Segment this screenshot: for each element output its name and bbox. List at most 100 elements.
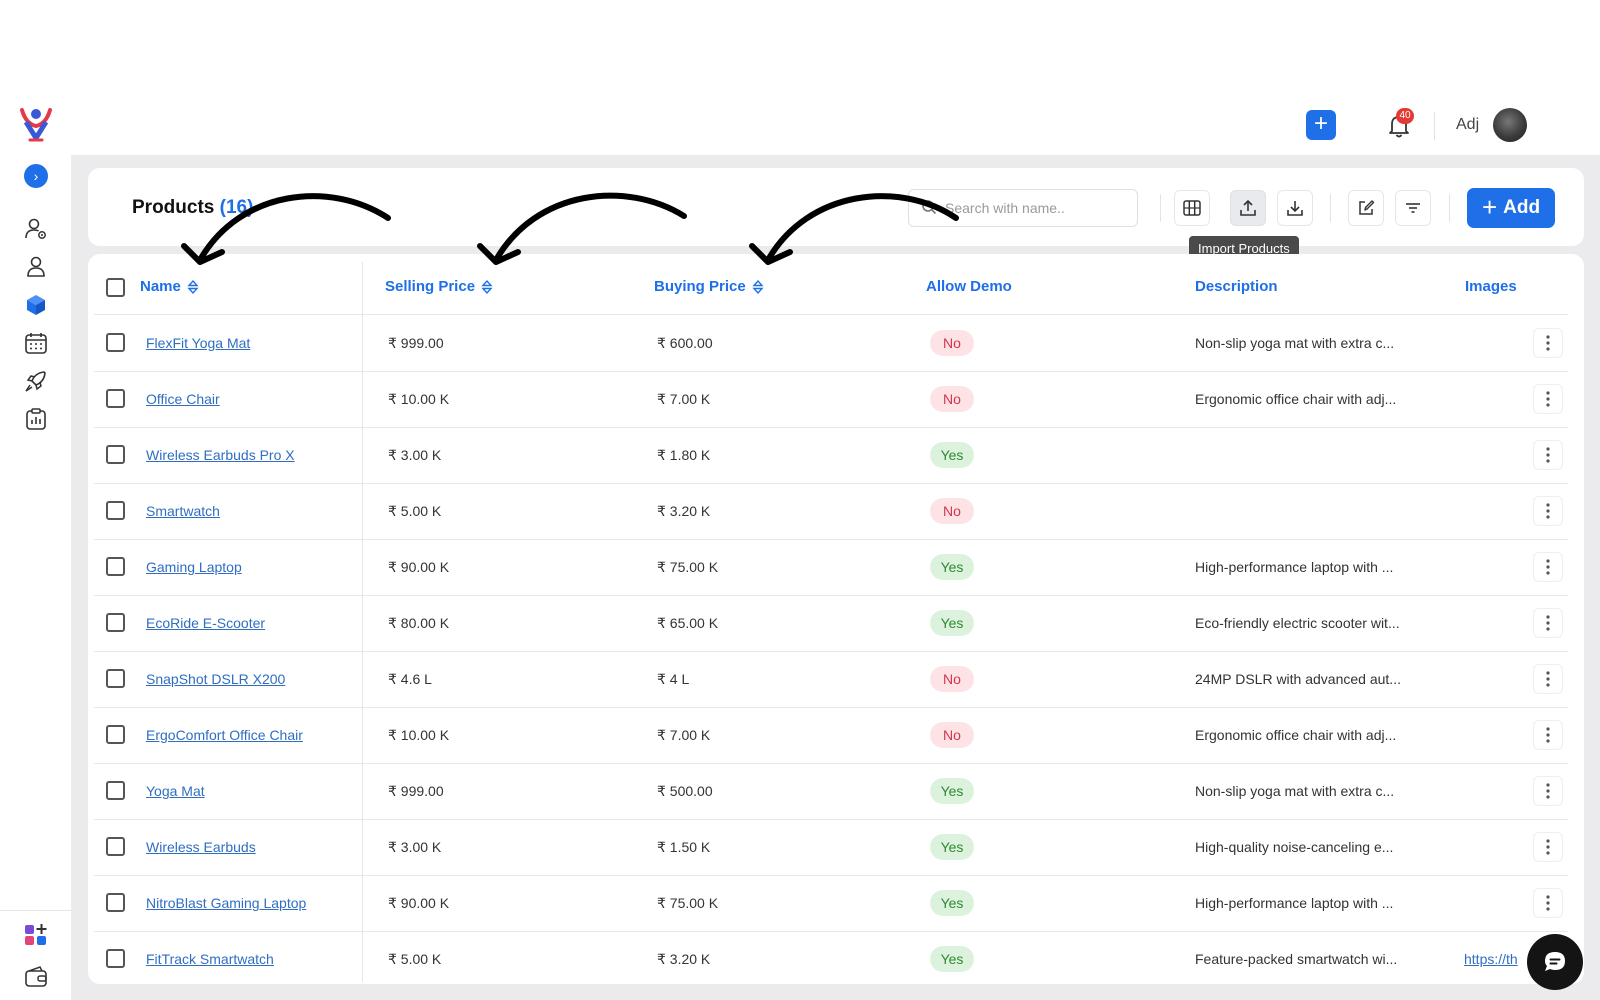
product-name-link[interactable]: FitTrack Smartwatch	[146, 951, 274, 967]
row-checkbox[interactable]	[106, 725, 125, 744]
description-text: High-performance laptop with ...	[1195, 559, 1394, 575]
row-checkbox[interactable]	[106, 837, 125, 856]
product-name-link[interactable]: Wireless Earbuds	[146, 839, 256, 855]
search-box[interactable]	[908, 189, 1138, 227]
user-name[interactable]: Adj	[1456, 116, 1479, 134]
sort-icon[interactable]	[752, 279, 764, 295]
column-header-buying-price[interactable]: Buying Price	[654, 278, 764, 295]
row-actions-button[interactable]	[1533, 552, 1563, 582]
app-logo[interactable]	[16, 104, 56, 144]
row-checkbox[interactable]	[106, 893, 125, 912]
selling-price: ₹ 999.00	[388, 335, 444, 351]
column-header-selling-price[interactable]: Selling Price	[385, 278, 493, 295]
product-name-link[interactable]: Smartwatch	[146, 503, 220, 519]
row-actions-button[interactable]	[1533, 720, 1563, 750]
sidebar	[0, 155, 72, 1000]
sort-icon[interactable]	[481, 279, 493, 295]
product-name-link[interactable]: Yoga Mat	[146, 783, 205, 799]
filter-icon	[1406, 203, 1420, 213]
row-checkbox[interactable]	[106, 557, 125, 576]
clipboard-report-icon[interactable]	[23, 406, 49, 432]
product-name-link[interactable]: Gaming Laptop	[146, 559, 242, 575]
bulk-edit-button[interactable]	[1348, 190, 1384, 226]
allow-demo-badge: Yes	[930, 554, 974, 580]
row-divider	[94, 819, 1568, 820]
calendar-icon[interactable]	[23, 330, 49, 356]
rocket-icon[interactable]	[23, 368, 49, 394]
column-header-name[interactable]: Name	[140, 278, 199, 295]
page-title-text: Products	[132, 197, 215, 218]
product-name-link[interactable]: Wireless Earbuds Pro X	[146, 447, 295, 463]
row-actions-button[interactable]	[1533, 384, 1563, 414]
row-checkbox[interactable]	[106, 781, 125, 800]
row-actions-button[interactable]	[1533, 888, 1563, 918]
column-header-description-label: Description	[1195, 278, 1278, 295]
row-actions-button[interactable]	[1533, 776, 1563, 806]
column-header-allow-demo[interactable]: Allow Demo	[926, 278, 1012, 295]
user-avatar[interactable]	[1493, 108, 1527, 142]
row-checkbox[interactable]	[106, 501, 125, 520]
row-actions-button[interactable]	[1533, 440, 1563, 470]
buying-price: ₹ 7.00 K	[657, 391, 711, 407]
description-text: 24MP DSLR with advanced aut...	[1195, 671, 1401, 687]
search-icon	[921, 199, 937, 215]
row-divider	[94, 651, 1568, 652]
image-link[interactable]: https://th	[1464, 951, 1518, 967]
row-checkbox[interactable]	[106, 669, 125, 688]
row-divider	[94, 427, 1568, 428]
row-actions-button[interactable]	[1533, 832, 1563, 862]
add-apps-icon[interactable]	[23, 922, 49, 948]
add-button-label: Add	[1503, 197, 1541, 218]
export-products-button[interactable]	[1277, 190, 1313, 226]
sidebar-expand-button[interactable]: ›	[24, 164, 48, 188]
product-name-link[interactable]: FlexFit Yoga Mat	[146, 335, 250, 351]
row-checkbox[interactable]	[106, 613, 125, 632]
select-all-checkbox[interactable]	[106, 278, 125, 297]
description-text: Ergonomic office chair with adj...	[1195, 391, 1397, 407]
add-product-button[interactable]: + Add	[1467, 188, 1555, 228]
row-checkbox[interactable]	[106, 389, 125, 408]
more-vertical-icon	[1546, 839, 1550, 855]
row-actions-button[interactable]	[1533, 496, 1563, 526]
product-name-link[interactable]: ErgoComfort Office Chair	[146, 727, 303, 743]
buying-price: ₹ 7.00 K	[657, 727, 711, 743]
description-text: Ergonomic office chair with adj...	[1195, 727, 1397, 743]
row-actions-button[interactable]	[1533, 328, 1563, 358]
row-actions-button[interactable]	[1533, 608, 1563, 638]
row-checkbox[interactable]	[106, 949, 125, 968]
column-header-buying-price-label: Buying Price	[654, 278, 746, 295]
chat-support-button[interactable]	[1527, 934, 1583, 990]
row-actions-button[interactable]	[1533, 664, 1563, 694]
columns-button[interactable]	[1174, 190, 1210, 226]
product-name-link[interactable]: SnapShot DSLR X200	[146, 671, 285, 687]
more-vertical-icon	[1546, 783, 1550, 799]
buying-price: ₹ 600.00	[657, 335, 713, 351]
selling-price: ₹ 5.00 K	[388, 503, 442, 519]
row-divider	[94, 371, 1568, 372]
import-products-button[interactable]	[1230, 190, 1266, 226]
buying-price: ₹ 3.20 K	[657, 951, 711, 967]
product-name-link[interactable]: Office Chair	[146, 391, 220, 407]
user-settings-icon[interactable]	[23, 216, 49, 242]
buying-price: ₹ 500.00	[657, 783, 713, 799]
header-row-divider	[94, 314, 1568, 315]
wallet-icon[interactable]	[23, 964, 49, 990]
row-checkbox[interactable]	[106, 333, 125, 352]
column-header-images[interactable]: Images	[1465, 278, 1517, 295]
products-cube-icon[interactable]	[23, 292, 49, 318]
column-header-description[interactable]: Description	[1195, 278, 1278, 295]
search-input[interactable]	[945, 190, 1131, 226]
selling-price: ₹ 4.6 L	[388, 671, 432, 687]
row-checkbox[interactable]	[106, 445, 125, 464]
user-icon[interactable]	[23, 254, 49, 280]
sort-icon[interactable]	[187, 279, 199, 295]
allow-demo-badge: Yes	[930, 778, 974, 804]
filter-button[interactable]	[1395, 190, 1431, 226]
product-name-link[interactable]: EcoRide E-Scooter	[146, 615, 265, 631]
more-vertical-icon	[1546, 503, 1550, 519]
buying-price: ₹ 65.00 K	[657, 615, 719, 631]
product-name-link[interactable]: NitroBlast Gaming Laptop	[146, 895, 306, 911]
quick-add-button[interactable]: +	[1306, 110, 1336, 140]
plus-icon: +	[1481, 192, 1498, 222]
page-title: Products (16)	[132, 197, 253, 219]
